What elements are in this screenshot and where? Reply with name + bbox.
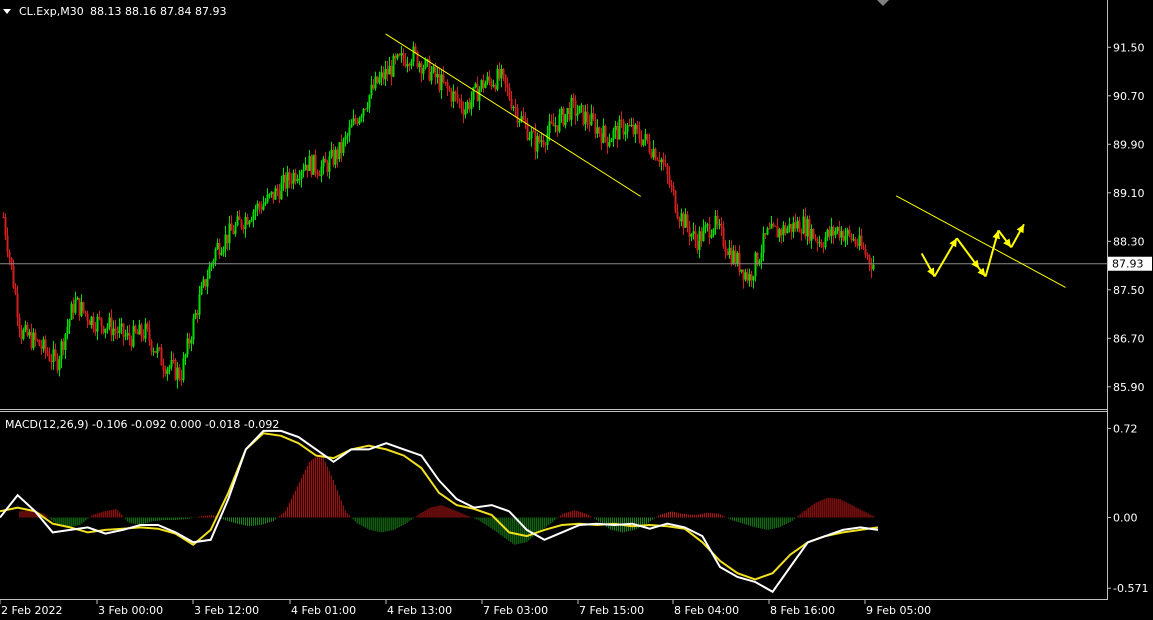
price-axis-label: 86.70 xyxy=(1113,332,1145,345)
macd-axis-label: -0.571 xyxy=(1113,582,1148,595)
price-axis-label: 90.70 xyxy=(1113,90,1145,103)
candle xyxy=(808,215,811,244)
candle xyxy=(416,50,419,69)
price-axis-label: 87.50 xyxy=(1113,284,1145,297)
candle xyxy=(674,189,677,214)
price-axis-label: 85.90 xyxy=(1113,381,1145,394)
time-axis-label: 8 Feb 16:00 xyxy=(770,604,835,617)
candle xyxy=(578,105,581,114)
time-axis-label: 3 Feb 12:00 xyxy=(194,604,259,617)
current-price-label: 87.93 xyxy=(1112,258,1144,271)
candle xyxy=(376,75,379,84)
time-axis-label: 3 Feb 00:00 xyxy=(98,604,163,617)
time-axis-label: 9 Feb 05:00 xyxy=(866,604,931,617)
trading-chart[interactable]: 91.50 90.70 89.90 89.10 88.30 87.50 86.70 85.90… xyxy=(0,0,1153,620)
time-axis-label: 4 Feb 01:00 xyxy=(291,604,356,617)
candle xyxy=(428,55,431,82)
price-axis-label: 88.30 xyxy=(1113,235,1145,248)
candle xyxy=(756,252,759,267)
candle xyxy=(310,154,313,178)
candle xyxy=(812,228,815,240)
candle xyxy=(582,105,585,126)
price-axis-label: 89.10 xyxy=(1113,187,1145,200)
macd-axis-label: 0.00 xyxy=(1113,512,1138,525)
chart-ohlc: 88.13 88.16 87.84 87.93 xyxy=(90,5,226,18)
candle xyxy=(562,106,565,127)
candle xyxy=(38,339,41,347)
candle xyxy=(70,301,73,320)
candle xyxy=(842,229,845,242)
current-price-box: 87.93 xyxy=(1108,256,1152,271)
time-axis-label: 7 Feb 15:00 xyxy=(579,604,644,617)
time-axis-label: 2 Feb 2022 xyxy=(1,604,62,617)
candle xyxy=(392,53,395,78)
candle xyxy=(338,142,341,162)
candle xyxy=(654,147,657,161)
time-axis-label: 7 Feb 03:00 xyxy=(483,604,548,617)
time-axis-label: 8 Feb 04:00 xyxy=(674,604,739,617)
macd-axis-label: 0.72 xyxy=(1113,422,1138,435)
macd-label: MACD(12,26,9) -0.106 -0.092 0.000 -0.018… xyxy=(5,418,279,431)
price-axis-label: 89.90 xyxy=(1113,138,1145,151)
candle xyxy=(312,154,315,176)
price-axis-label: 91.50 xyxy=(1113,41,1145,54)
chart-symbol: CL.Exp,M30 xyxy=(19,5,84,18)
time-axis-label: 4 Feb 13:00 xyxy=(387,604,452,617)
candle xyxy=(174,358,177,381)
